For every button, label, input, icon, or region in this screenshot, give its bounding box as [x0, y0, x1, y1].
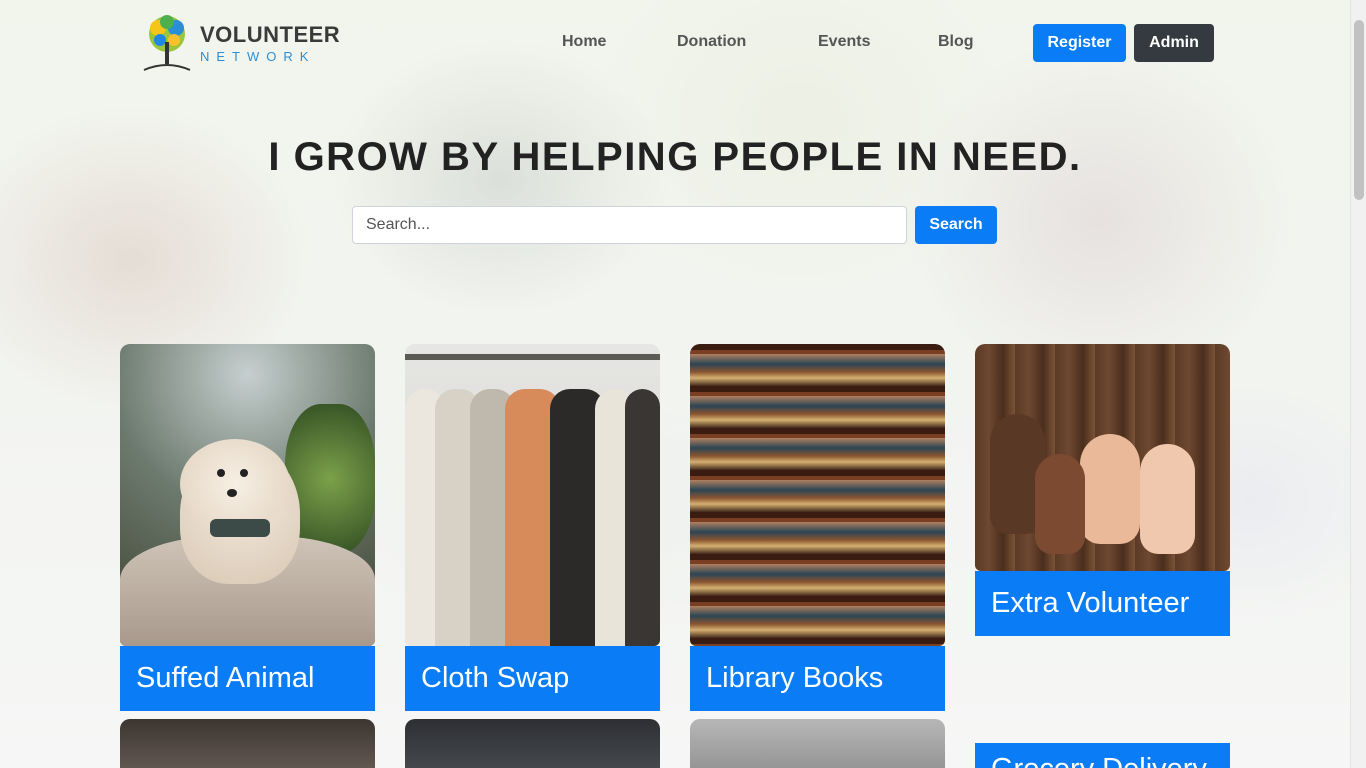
card-row2-3[interactable] — [690, 719, 945, 768]
card-label: Library Books — [690, 646, 945, 711]
search-input[interactable] — [352, 206, 907, 244]
nav-home[interactable]: Home — [562, 33, 606, 51]
search-button[interactable]: Search — [915, 206, 997, 244]
nav-blog[interactable]: Blog — [938, 33, 974, 51]
dog-photo — [120, 344, 375, 646]
nav-donation[interactable]: Donation — [677, 33, 746, 51]
card-label: Extra Volunteer — [975, 571, 1230, 636]
card-row2-4-label[interactable]: Grocery Delivery — [975, 743, 1230, 768]
card-row2-1[interactable] — [120, 719, 375, 768]
card-row2-2[interactable] — [405, 719, 660, 768]
logo-title: VOLUNTEER — [200, 22, 341, 47]
logo[interactable]: VOLUNTEER NETWORK — [136, 12, 346, 74]
register-button[interactable]: Register — [1033, 24, 1126, 62]
hands-photo — [975, 344, 1230, 571]
bookshelf-photo — [690, 344, 945, 646]
logo-subtitle: NETWORK — [200, 49, 316, 64]
tree-icon — [143, 15, 191, 71]
card-stuffed-animal[interactable]: Suffed Animal — [120, 344, 375, 711]
card-extra-volunteer[interactable]: Extra Volunteer — [975, 344, 1230, 636]
scrollbar-thumb[interactable] — [1354, 20, 1364, 200]
nav-events[interactable]: Events — [818, 33, 870, 51]
card-cloth-swap[interactable]: Cloth Swap — [405, 344, 660, 711]
clothes-rack-photo — [405, 344, 660, 646]
hero-title: I GROW BY HELPING PEOPLE IN NEED. — [268, 135, 1082, 179]
admin-button[interactable]: Admin — [1134, 24, 1214, 62]
page-scrollbar[interactable] — [1350, 0, 1366, 768]
card-label: Cloth Swap — [405, 646, 660, 711]
card-label: Suffed Animal — [120, 646, 375, 711]
card-library-books[interactable]: Library Books — [690, 344, 945, 711]
